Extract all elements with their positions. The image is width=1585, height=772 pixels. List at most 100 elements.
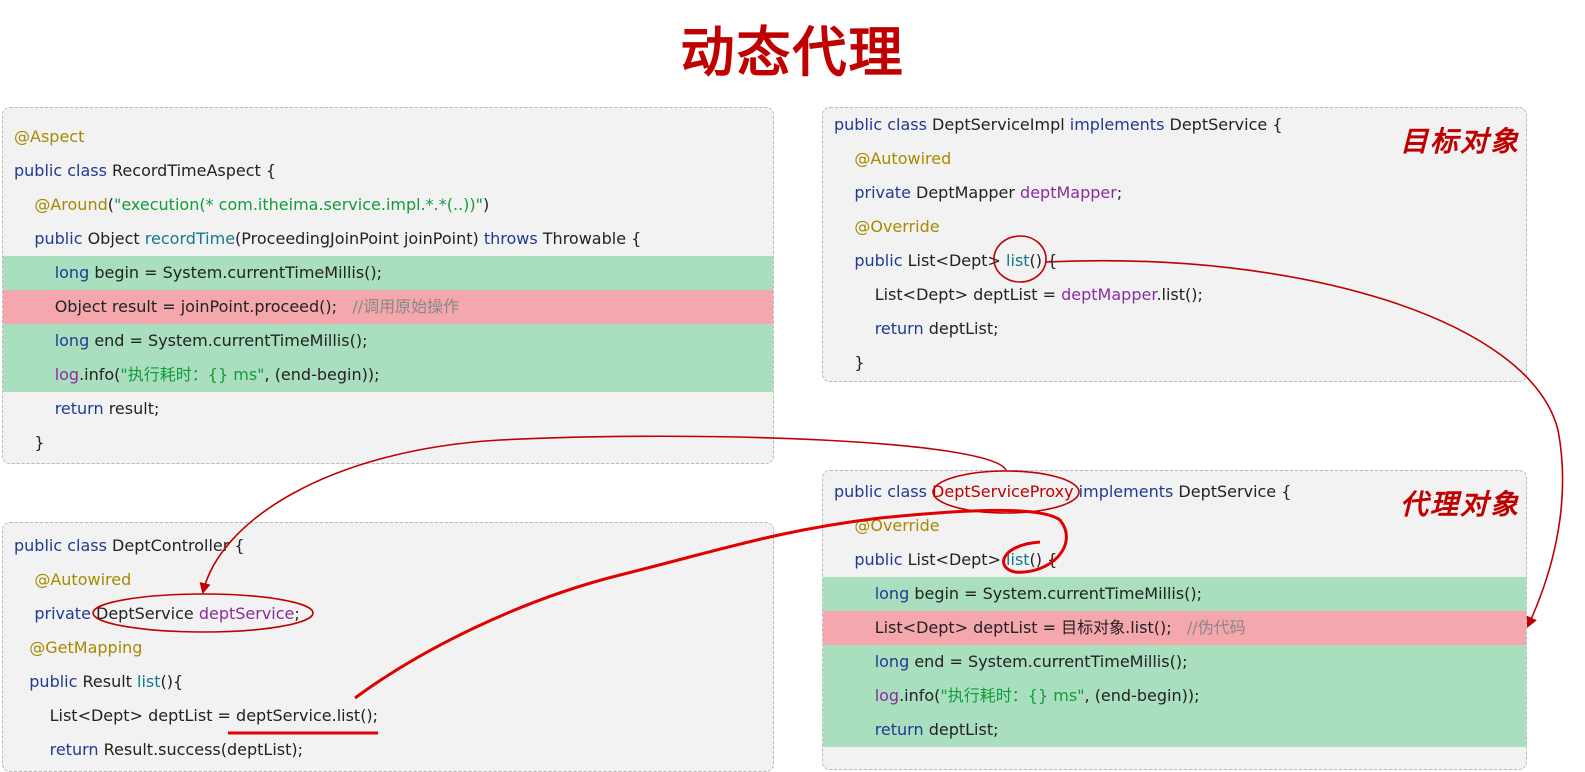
- code-token: return: [874, 319, 929, 338]
- code-token: Object: [87, 229, 145, 248]
- page-title: 动态代理: [680, 21, 905, 84]
- aspect-code-box: @Aspect public class RecordTimeAspect { @…: [2, 107, 774, 464]
- code-token: (ProceedingJoinPoint joinPoint): [235, 229, 484, 248]
- code-token: public class: [834, 482, 933, 501]
- code-line: @Autowired: [823, 142, 1526, 176]
- code-token: }: [14, 433, 45, 452]
- code-token: public: [34, 229, 88, 248]
- code-token: deptList;: [928, 720, 999, 739]
- code-token: "execution(* com.itheima.service.impl.*.…: [114, 195, 483, 214]
- code-token: List<Dept> deptList =: [834, 285, 1062, 304]
- code-token: log: [54, 365, 80, 384]
- code-token: (){: [160, 672, 184, 691]
- code-token: DeptService: [96, 604, 199, 623]
- code-token: @Override: [854, 217, 940, 236]
- code-token: .info(: [79, 365, 121, 384]
- code-token: .list();: [1156, 285, 1203, 304]
- code-token: long: [54, 263, 95, 282]
- code-line: public class RecordTimeAspect {: [3, 154, 773, 188]
- code-token: public: [854, 550, 908, 569]
- code-token: Throwable {: [542, 229, 642, 248]
- code-token: List<Dept> deptList = deptService.list()…: [14, 706, 379, 725]
- code-line: return result;: [3, 392, 773, 426]
- code-token: () {: [1029, 251, 1058, 270]
- code-line: private DeptMapper deptMapper;: [823, 176, 1526, 210]
- code-token: () {: [1029, 550, 1058, 569]
- code-line: @Around("execution(* com.itheima.service…: [3, 188, 773, 222]
- code-token: deptMapper: [1061, 285, 1157, 304]
- code-token: @GetMapping: [29, 638, 143, 657]
- code-line: }: [823, 346, 1526, 380]
- controller-code-box: public class DeptController { @Autowired…: [2, 522, 774, 772]
- code-token: long: [874, 584, 915, 603]
- code-token: private: [854, 183, 916, 202]
- code-token: List<Dept>: [907, 550, 1007, 569]
- code-token: DeptController {: [112, 536, 245, 555]
- code-line: List<Dept> deptList = 目标对象.list(); //伪代码: [823, 611, 1526, 645]
- code-line: private DeptService deptService;: [3, 597, 773, 631]
- code-token: long: [54, 331, 95, 350]
- code-token: return: [49, 740, 104, 759]
- code-line: public class DeptController {: [3, 529, 773, 563]
- target-object-code-box: 目标对象 public class DeptServiceImpl implem…: [822, 107, 1527, 382]
- code-line: public class DeptServiceProxy implements…: [823, 475, 1526, 509]
- code-token: @Around: [34, 195, 108, 214]
- code-token: implements: [1078, 482, 1179, 501]
- proxy-object-code-box: 代理对象 public class DeptServiceProxy imple…: [822, 470, 1527, 770]
- code-token: //调用原始操作: [352, 297, 460, 316]
- code-token: DeptServiceProxy: [932, 482, 1079, 501]
- code-line: long end = System.currentTimeMillis();: [3, 324, 773, 358]
- code-line: return deptList;: [823, 713, 1526, 747]
- code-line: long begin = System.currentTimeMillis();: [823, 577, 1526, 611]
- code-token: RecordTimeAspect {: [112, 161, 277, 180]
- code-token: "执行耗时：{} ms": [940, 686, 1085, 705]
- code-token: List<Dept>: [907, 251, 1007, 270]
- code-token: return: [54, 399, 109, 418]
- code-token: log: [874, 686, 900, 705]
- code-line: return Result.success(deptList);: [3, 733, 773, 767]
- code-token: ;: [1116, 183, 1123, 202]
- code-line: return deptList;: [823, 312, 1526, 346]
- code-token: ): [483, 195, 490, 214]
- code-token: private: [34, 604, 96, 623]
- code-token: ;: [294, 604, 300, 623]
- code-token: list: [1006, 550, 1030, 569]
- code-token: Object result = joinPoint.proceed();: [14, 297, 353, 316]
- code-token: @Autowired: [854, 149, 952, 168]
- code-token: deptMapper: [1020, 183, 1117, 202]
- code-line: }: [3, 426, 773, 460]
- code-token: list: [137, 672, 161, 691]
- code-token: @Autowired: [34, 570, 132, 589]
- code-line: @GetMapping: [3, 631, 773, 665]
- code-token: //伪代码: [1186, 618, 1246, 637]
- code-token: result;: [108, 399, 160, 418]
- code-token: .info(: [899, 686, 941, 705]
- code-line: Object result = joinPoint.proceed(); //调…: [3, 290, 773, 324]
- code-token: @Aspect: [14, 127, 85, 146]
- code-token: return: [874, 720, 929, 739]
- code-token: public: [29, 672, 83, 691]
- code-token: , (end-begin));: [264, 365, 380, 384]
- code-line: List<Dept> deptList = deptService.list()…: [3, 699, 773, 733]
- code-line: public List<Dept> list() {: [823, 244, 1526, 278]
- code-token: DeptMapper: [916, 183, 1021, 202]
- code-token: public: [854, 251, 908, 270]
- code-token: List<Dept> deptList = 目标对象.list();: [834, 618, 1187, 637]
- code-token: Result: [82, 672, 138, 691]
- code-token: begin = System.currentTimeMillis();: [914, 584, 1203, 603]
- code-token: public class: [14, 161, 113, 180]
- code-line: public Object recordTime(ProceedingJoinP…: [3, 222, 773, 256]
